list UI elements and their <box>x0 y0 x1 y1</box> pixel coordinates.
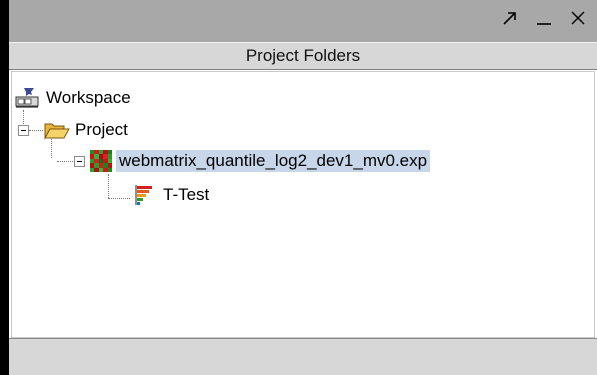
tree-item-ttest[interactable]: T-Test <box>134 184 212 206</box>
tree-item-project[interactable]: Project <box>44 119 131 141</box>
ttest-icon <box>135 185 152 205</box>
workspace-icon <box>15 88 39 108</box>
project-collapse-toggle[interactable] <box>18 125 29 136</box>
title-bar <box>9 0 597 42</box>
tree-item-workspace[interactable]: Workspace <box>15 86 134 110</box>
close-icon <box>571 11 585 25</box>
tree-item-label: webmatrix_quantile_log2_dev1_mv0.exp <box>116 150 431 172</box>
tree-item-label: T-Test <box>163 185 210 204</box>
tree-item-label: Workspace <box>46 88 131 107</box>
panel-header: Project Folders <box>9 42 597 70</box>
tree-item-label: Project <box>75 120 128 139</box>
tree-connector <box>23 110 24 126</box>
tree-connector <box>108 198 130 199</box>
window-controls <box>501 9 587 27</box>
project-tree[interactable]: Workspace Project webmatrix_quantile_log… <box>11 71 595 338</box>
heatmap-icon <box>90 150 112 172</box>
experiment-collapse-toggle[interactable] <box>74 156 85 167</box>
status-bar <box>9 338 597 375</box>
tree-connector <box>29 130 43 131</box>
tree-item-experiment[interactable]: webmatrix_quantile_log2_dev1_mv0.exp <box>90 150 431 172</box>
maximize-arrow-icon <box>503 12 516 25</box>
panel-title: Project Folders <box>245 46 361 65</box>
maximize-button[interactable] <box>501 9 519 27</box>
close-button[interactable] <box>569 9 587 27</box>
window-left-border <box>0 0 9 375</box>
folder-open-icon <box>44 123 70 140</box>
tree-connector <box>108 174 109 198</box>
minimize-button[interactable] <box>535 9 553 27</box>
minimize-icon <box>537 23 551 25</box>
